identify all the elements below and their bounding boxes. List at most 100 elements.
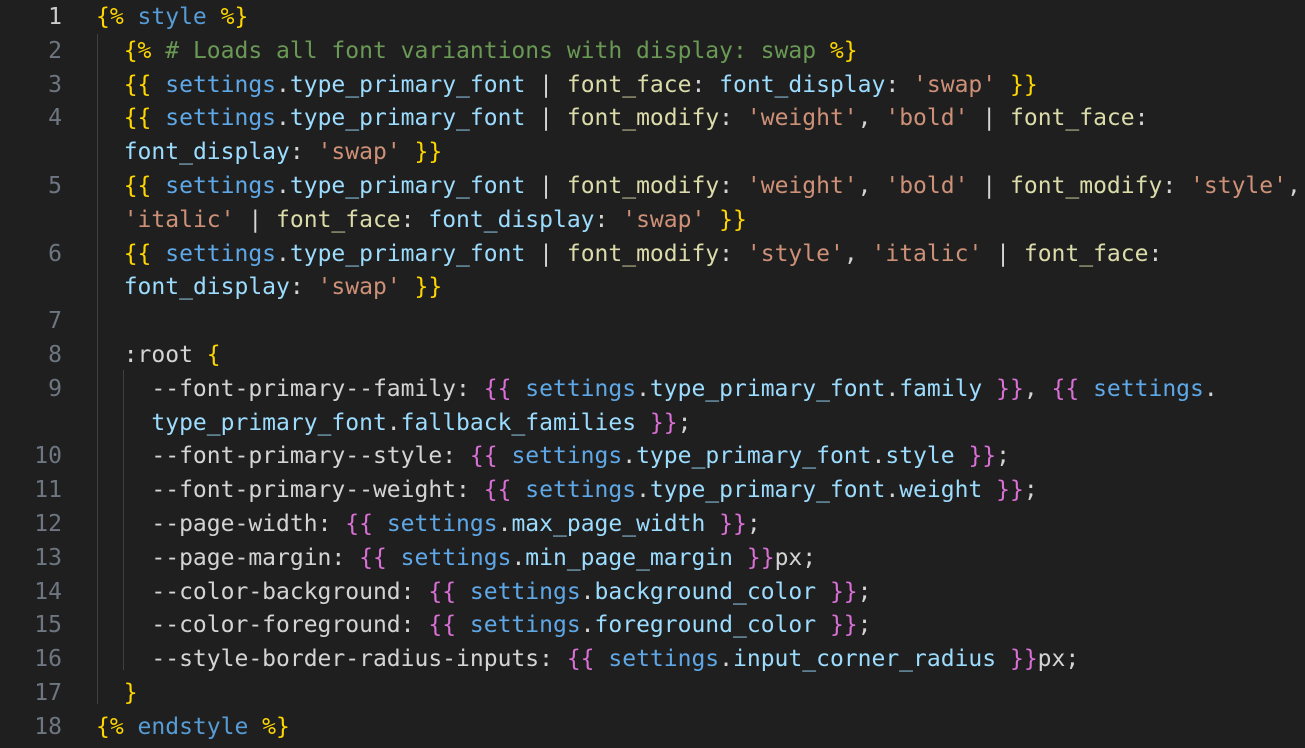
code-token: type_primary_font xyxy=(289,71,526,98)
code-token: 'weight' xyxy=(746,105,858,132)
code-line[interactable]: 3 {{ settings.type_primary_font | font_f… xyxy=(0,68,1305,102)
code-line[interactable]: font_display: 'swap' }} xyxy=(0,135,1305,169)
code-line[interactable]: 13 --page-margin: {{ settings.min_page_m… xyxy=(0,541,1305,575)
code-token: {{ xyxy=(428,578,470,605)
code-token: : xyxy=(400,206,429,233)
code-token: : xyxy=(539,646,567,673)
code-text: font_display: 'swap' }} xyxy=(96,135,443,169)
code-token: px; xyxy=(774,544,817,571)
code-line[interactable]: 15 --color-foreground: {{ settings.foreg… xyxy=(0,608,1305,642)
code-line[interactable]: 14 --color-background: {{ settings.backg… xyxy=(0,575,1305,609)
code-token: : xyxy=(885,71,914,98)
code-token: {{ xyxy=(483,375,526,402)
code-token: type_primary_font xyxy=(636,443,872,470)
code-token: {{ xyxy=(123,173,166,199)
code-token: . xyxy=(636,477,650,504)
code-token: {% xyxy=(96,4,138,30)
code-token: font_display xyxy=(428,206,595,233)
code-token: }} xyxy=(705,511,747,537)
line-number: 9 xyxy=(48,375,62,402)
code-token: 'weight' xyxy=(746,173,858,199)
code-text: --page-margin: {{ settings.min_page_marg… xyxy=(96,541,816,575)
code-line[interactable]: 12 --page-width: {{ settings.max_page_wi… xyxy=(0,507,1305,541)
code-text: --font-primary--family: {{ settings.type… xyxy=(96,372,1217,406)
code-line[interactable]: 18 {% endstyle %} xyxy=(0,710,1305,744)
code-text: --style-border-radius-inputs: {{ setting… xyxy=(96,642,1079,676)
code-token: . xyxy=(636,375,650,402)
code-line[interactable]: 2 {% # Loads all font variantions with d… xyxy=(0,34,1305,68)
code-line[interactable]: 17 } xyxy=(0,676,1305,710)
code-token: --font-primary--weight xyxy=(151,477,457,504)
code-line[interactable]: 16 --style-border-radius-inputs: {{ sett… xyxy=(0,642,1305,676)
code-text: {{ settings.type_primary_font | font_mod… xyxy=(96,101,1149,135)
code-line[interactable]: type_primary_font.fallback_families }}; xyxy=(0,406,1305,440)
code-token: }} xyxy=(954,443,997,470)
code-token: 'bold' xyxy=(885,173,969,199)
code-token: }} xyxy=(400,139,443,166)
line-number: 16 xyxy=(34,646,62,673)
code-token: : xyxy=(719,240,747,267)
code-token: :root xyxy=(123,342,193,368)
code-token: type_primary_font xyxy=(289,173,526,199)
code-token: . xyxy=(580,578,595,605)
code-line[interactable]: 4 {{ settings.type_primary_font | font_m… xyxy=(0,101,1305,135)
code-token: px; xyxy=(1037,646,1080,673)
code-token: {{ xyxy=(345,511,387,537)
code-token: ; xyxy=(857,578,872,605)
code-token: : xyxy=(442,443,470,470)
code-line[interactable]: 7 xyxy=(0,304,1305,338)
code-token: {{ xyxy=(428,612,470,639)
code-token: : xyxy=(456,375,484,402)
code-token: endstyle xyxy=(137,713,249,740)
code-token: . xyxy=(885,375,900,402)
code-token: . xyxy=(276,240,290,267)
code-token: 'italic' xyxy=(871,240,983,267)
code-token: font_display xyxy=(123,139,290,166)
code-line[interactable]: 8 :root { xyxy=(0,338,1305,372)
code-token: font_modify xyxy=(566,240,720,267)
code-token: 'style' xyxy=(1190,173,1287,199)
code-token: --style-border-radius-inputs xyxy=(151,646,540,673)
code-line[interactable]: 1 {% style %} xyxy=(0,0,1305,34)
code-token: }} xyxy=(816,612,858,639)
line-number: 8 xyxy=(48,342,62,368)
code-token: settings xyxy=(525,477,637,504)
code-token: 'italic' xyxy=(123,206,235,233)
code-token: font_face xyxy=(1023,240,1149,267)
code-text: {{ settings.type_primary_font | font_fac… xyxy=(96,68,1038,102)
code-token: }} xyxy=(400,274,443,301)
code-token: | xyxy=(968,105,1010,132)
line-number: 4 xyxy=(48,105,62,132)
code-line[interactable]: 'italic' | font_face: font_display: 'swa… xyxy=(0,203,1305,237)
code-token: }} xyxy=(996,71,1038,98)
code-token: background_color xyxy=(594,578,817,605)
code-text: --font-primary--weight: {{ settings.type… xyxy=(96,473,1037,507)
line-number: 11 xyxy=(34,477,62,504)
code-line[interactable]: 11 --font-primary--weight: {{ settings.t… xyxy=(0,473,1305,507)
code-token: {{ xyxy=(123,105,166,132)
code-token: , xyxy=(843,240,872,267)
line-number: 13 xyxy=(34,544,62,571)
code-token: --color-background xyxy=(151,578,401,605)
code-token: settings xyxy=(511,443,623,470)
code-token: 'swap' xyxy=(317,139,401,166)
code-token: settings xyxy=(525,375,637,402)
code-token: | xyxy=(982,240,1024,267)
code-text: 'italic' | font_face: font_display: 'swa… xyxy=(96,203,747,237)
code-token: {% xyxy=(96,713,138,740)
code-line[interactable]: 9 --font-primary--family: {{ settings.ty… xyxy=(0,372,1305,406)
code-token: : xyxy=(400,578,429,605)
code-line[interactable]: 5 {{ settings.type_primary_font | font_m… xyxy=(0,169,1305,203)
line-number: 14 xyxy=(34,578,62,605)
code-line[interactable]: 6 {{ settings.type_primary_font | font_m… xyxy=(0,237,1305,271)
code-token: | xyxy=(525,71,567,98)
code-line[interactable]: font_display: 'swap' }} xyxy=(0,270,1305,304)
code-line[interactable]: 10 --font-primary--style: {{ settings.ty… xyxy=(0,439,1305,473)
code-editor[interactable]: 1 {% style %} 2 {% # Loads all font varian… xyxy=(0,0,1305,748)
code-token: . xyxy=(580,612,595,639)
code-token: }} xyxy=(996,646,1038,673)
